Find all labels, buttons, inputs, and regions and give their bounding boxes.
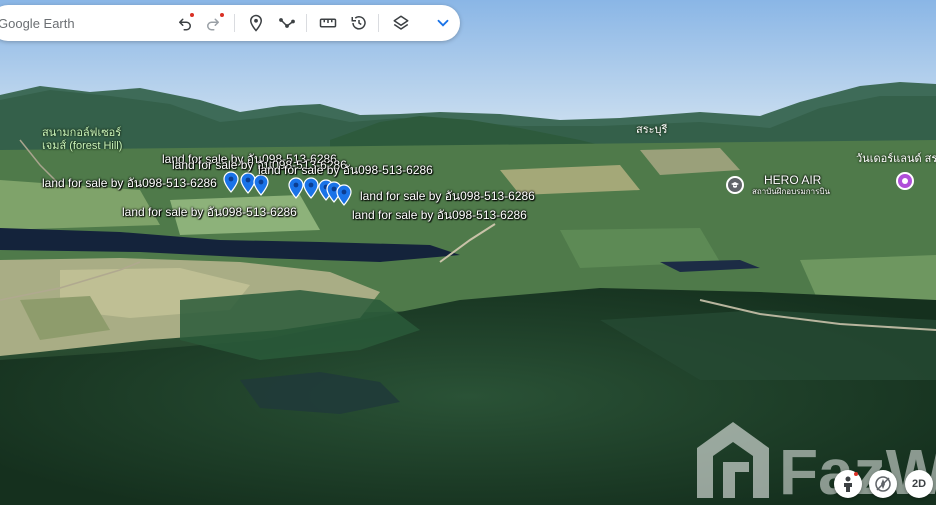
place-label-golf[interactable]: สนามกอล์ฟเซอร์ เจมส์ (forest Hill) (42, 127, 122, 153)
pin-icon[interactable] (244, 11, 268, 35)
poi-hero-air-title: HERO AIR (764, 173, 822, 187)
redo-badge (220, 13, 224, 17)
attraction-icon (902, 178, 908, 184)
fazwaz-watermark-logo: FazWaz (697, 422, 936, 500)
place-label-saraburi[interactable]: สระบุรี (636, 124, 667, 137)
listing-label[interactable]: land for sale by อัน098-513-6286 (122, 203, 297, 222)
listing-label[interactable]: land for sale by อัน098-513-6286 (258, 161, 433, 180)
poi-marker-wonderland[interactable] (896, 172, 914, 190)
toolbar-divider (234, 14, 235, 32)
compass-icon (875, 476, 891, 492)
place-label-golf-line2: เจมส์ (forest Hill) (42, 140, 123, 152)
listing-label[interactable]: land for sale by อัน098-513-6286 (352, 206, 527, 225)
person-icon (844, 476, 852, 492)
toolbar-divider (306, 14, 307, 32)
history-icon[interactable] (347, 11, 371, 35)
listing-label[interactable]: land for sale by อัน098-513-6286 (42, 174, 217, 193)
toggle-2d-button[interactable]: 2D (905, 470, 933, 498)
poi-marker-hero-air[interactable] (726, 176, 744, 194)
listing-label[interactable]: land for sale by อัน098-513-6286 (360, 187, 535, 206)
location-pin-icon[interactable] (303, 177, 319, 199)
path-icon[interactable] (275, 11, 299, 35)
chevron-down-icon[interactable] (431, 11, 455, 35)
toolbar: ค (0, 5, 460, 41)
undo-badge (190, 13, 194, 17)
poi-hero-air-subtitle: สถาบันฝึกอบรมการบิน (752, 187, 830, 196)
layers-icon[interactable] (389, 11, 413, 35)
search-input[interactable] (0, 8, 160, 38)
toolbar-divider (378, 14, 379, 32)
place-label-wonderland[interactable]: วันเดอร์แลนด์ สร (856, 153, 936, 166)
school-icon (731, 182, 739, 188)
location-pin-icon[interactable] (288, 177, 304, 199)
place-label-golf-line1: สนามกอล์ฟเซอร์ (42, 127, 122, 139)
location-pin-icon[interactable] (336, 184, 352, 206)
street-view-badge (854, 472, 858, 476)
compass-button[interactable] (869, 470, 897, 498)
poi-label-hero-air: HERO AIR สถาบันฝึกอบรมการบิน (752, 173, 830, 196)
ruler-icon[interactable] (316, 11, 340, 35)
